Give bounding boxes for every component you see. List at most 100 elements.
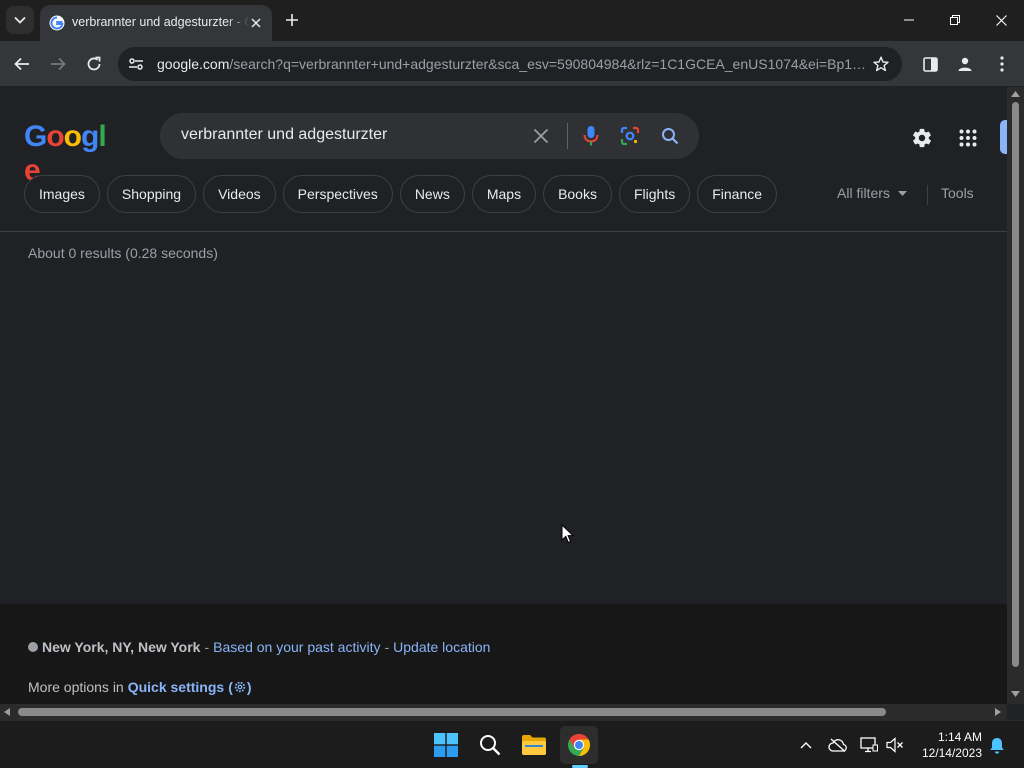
bookmark-button[interactable] xyxy=(872,55,890,73)
site-info-button[interactable] xyxy=(127,55,145,73)
windows-start-icon xyxy=(434,733,458,757)
chip-maps[interactable]: Maps xyxy=(471,175,537,213)
site-info-icon xyxy=(129,58,143,70)
chip-shopping[interactable]: Shopping xyxy=(106,175,197,213)
chevron-up-icon xyxy=(800,741,812,748)
close-window-button[interactable] xyxy=(978,0,1024,40)
location-dot-icon xyxy=(28,642,38,652)
chrome-menu-button[interactable] xyxy=(988,50,1016,78)
lens-search-button[interactable] xyxy=(618,124,642,148)
filters-divider xyxy=(927,185,928,205)
side-panel-icon xyxy=(922,56,938,72)
taskbar-search-icon xyxy=(480,735,501,756)
clock-time: 1:14 AM xyxy=(937,730,982,744)
bookmark-star-icon xyxy=(873,56,889,72)
search-icon xyxy=(662,128,679,145)
notification-bell-icon xyxy=(990,737,1004,754)
network-tray-button[interactable] xyxy=(859,735,879,755)
more-options-line: More options in Quick settings ( ) xyxy=(28,679,252,695)
onedrive-tray-button[interactable] xyxy=(828,735,848,755)
file-explorer-button[interactable] xyxy=(515,726,553,764)
minimize-icon xyxy=(904,19,914,21)
page-footer: New York, NY, New York - Based on your p… xyxy=(0,604,1007,704)
settings-gear-icon xyxy=(913,128,931,148)
past-activity-link[interactable]: Based on your past activity xyxy=(213,639,380,655)
paren-close: ) xyxy=(246,679,252,695)
google-logo[interactable]: Google xyxy=(24,120,118,187)
volume-tray-button[interactable] xyxy=(885,735,905,755)
tab-close-button[interactable] xyxy=(247,14,265,32)
clear-search-button[interactable] xyxy=(530,125,552,147)
lens-icon xyxy=(620,126,640,146)
reload-icon xyxy=(87,56,101,71)
back-button[interactable] xyxy=(8,50,36,78)
header-divider xyxy=(0,231,1007,232)
account-avatar-button[interactable] xyxy=(1000,120,1007,154)
side-panel-button[interactable] xyxy=(916,50,944,78)
location-name: New York, NY, New York xyxy=(42,639,201,655)
browser-titlebar: verbrannter und adgesturzter - Google Se… xyxy=(0,0,1024,41)
logo-letter: G xyxy=(24,120,47,153)
all-filters-button[interactable]: All filters xyxy=(837,185,907,201)
chip-books[interactable]: Books xyxy=(543,175,612,213)
apps-grid-icon xyxy=(959,129,977,147)
scroll-up-icon[interactable] xyxy=(1011,91,1020,97)
separator: - xyxy=(384,639,390,655)
search-box[interactable]: verbrannter und adgesturzter xyxy=(160,113,699,159)
taskbar-search-button[interactable] xyxy=(471,726,509,764)
reload-button[interactable] xyxy=(80,50,108,78)
chip-videos[interactable]: Videos xyxy=(203,175,276,213)
restore-button[interactable] xyxy=(932,0,978,40)
result-stats: About 0 results (0.28 seconds) xyxy=(28,245,218,261)
scroll-right-icon[interactable] xyxy=(995,708,1001,716)
profile-icon xyxy=(958,57,972,71)
minimize-button[interactable] xyxy=(886,0,932,40)
start-button[interactable] xyxy=(427,726,465,764)
update-location-link[interactable]: Update location xyxy=(393,639,490,655)
tab-list-icon xyxy=(14,16,26,24)
quick-settings-link[interactable]: Quick settings ( ) xyxy=(128,679,252,695)
tab-search-button[interactable] xyxy=(6,6,34,34)
voice-search-button[interactable] xyxy=(579,124,603,148)
new-tab-button[interactable] xyxy=(282,10,302,30)
horizontal-scrollbar[interactable] xyxy=(0,704,1007,720)
chip-flights[interactable]: Flights xyxy=(618,175,691,213)
url-path: /search?q=verbrannter+und+adgesturzter&s… xyxy=(229,56,867,72)
mouse-cursor-icon xyxy=(561,524,574,544)
search-button[interactable] xyxy=(658,124,682,148)
notification-center-button[interactable] xyxy=(987,735,1007,755)
logo-letter: o xyxy=(46,120,64,153)
vertical-scroll-thumb[interactable] xyxy=(1012,102,1019,667)
chip-perspectives[interactable]: Perspectives xyxy=(282,175,393,213)
url-host: google.com xyxy=(157,56,230,72)
quick-settings-label: Quick settings xyxy=(127,679,225,695)
system-clock[interactable]: 1:14 AM 12/14/2023 xyxy=(912,729,982,761)
horizontal-scroll-thumb[interactable] xyxy=(18,708,886,716)
scroll-down-icon[interactable] xyxy=(1011,691,1020,697)
search-results-page: Google verbrannter und adgesturzter Imag… xyxy=(0,87,1007,704)
restore-icon xyxy=(950,15,960,25)
address-bar[interactable]: google.com/search?q=verbrannter+und+adge… xyxy=(118,47,902,81)
chip-finance[interactable]: Finance xyxy=(697,175,778,213)
scroll-left-icon[interactable] xyxy=(4,708,10,716)
chip-images[interactable]: Images xyxy=(24,175,100,213)
tools-button[interactable]: Tools xyxy=(941,185,974,201)
browser-tab[interactable]: verbrannter und adgesturzter - Google Se… xyxy=(40,5,272,41)
chip-news[interactable]: News xyxy=(399,175,465,213)
kebab-menu-icon xyxy=(1000,56,1004,72)
scrollbar-corner xyxy=(1007,704,1024,720)
profile-button[interactable] xyxy=(951,50,979,78)
onedrive-icon xyxy=(828,738,847,752)
settings-button[interactable] xyxy=(908,124,936,152)
search-input[interactable]: verbrannter und adgesturzter xyxy=(181,126,387,144)
show-hidden-icons-button[interactable] xyxy=(796,735,816,755)
display-icon xyxy=(860,737,878,753)
chrome-taskbar-button[interactable] xyxy=(560,726,598,764)
forward-button[interactable] xyxy=(44,50,72,78)
tab-title: verbrannter und adgesturzter - Google Se… xyxy=(72,15,250,29)
vertical-scrollbar[interactable] xyxy=(1007,87,1024,704)
file-explorer-icon xyxy=(522,735,546,755)
logo-letter: o xyxy=(63,120,82,153)
google-apps-button[interactable] xyxy=(954,124,982,152)
browser-toolbar: google.com/search?q=verbrannter+und+adge… xyxy=(0,41,1024,87)
